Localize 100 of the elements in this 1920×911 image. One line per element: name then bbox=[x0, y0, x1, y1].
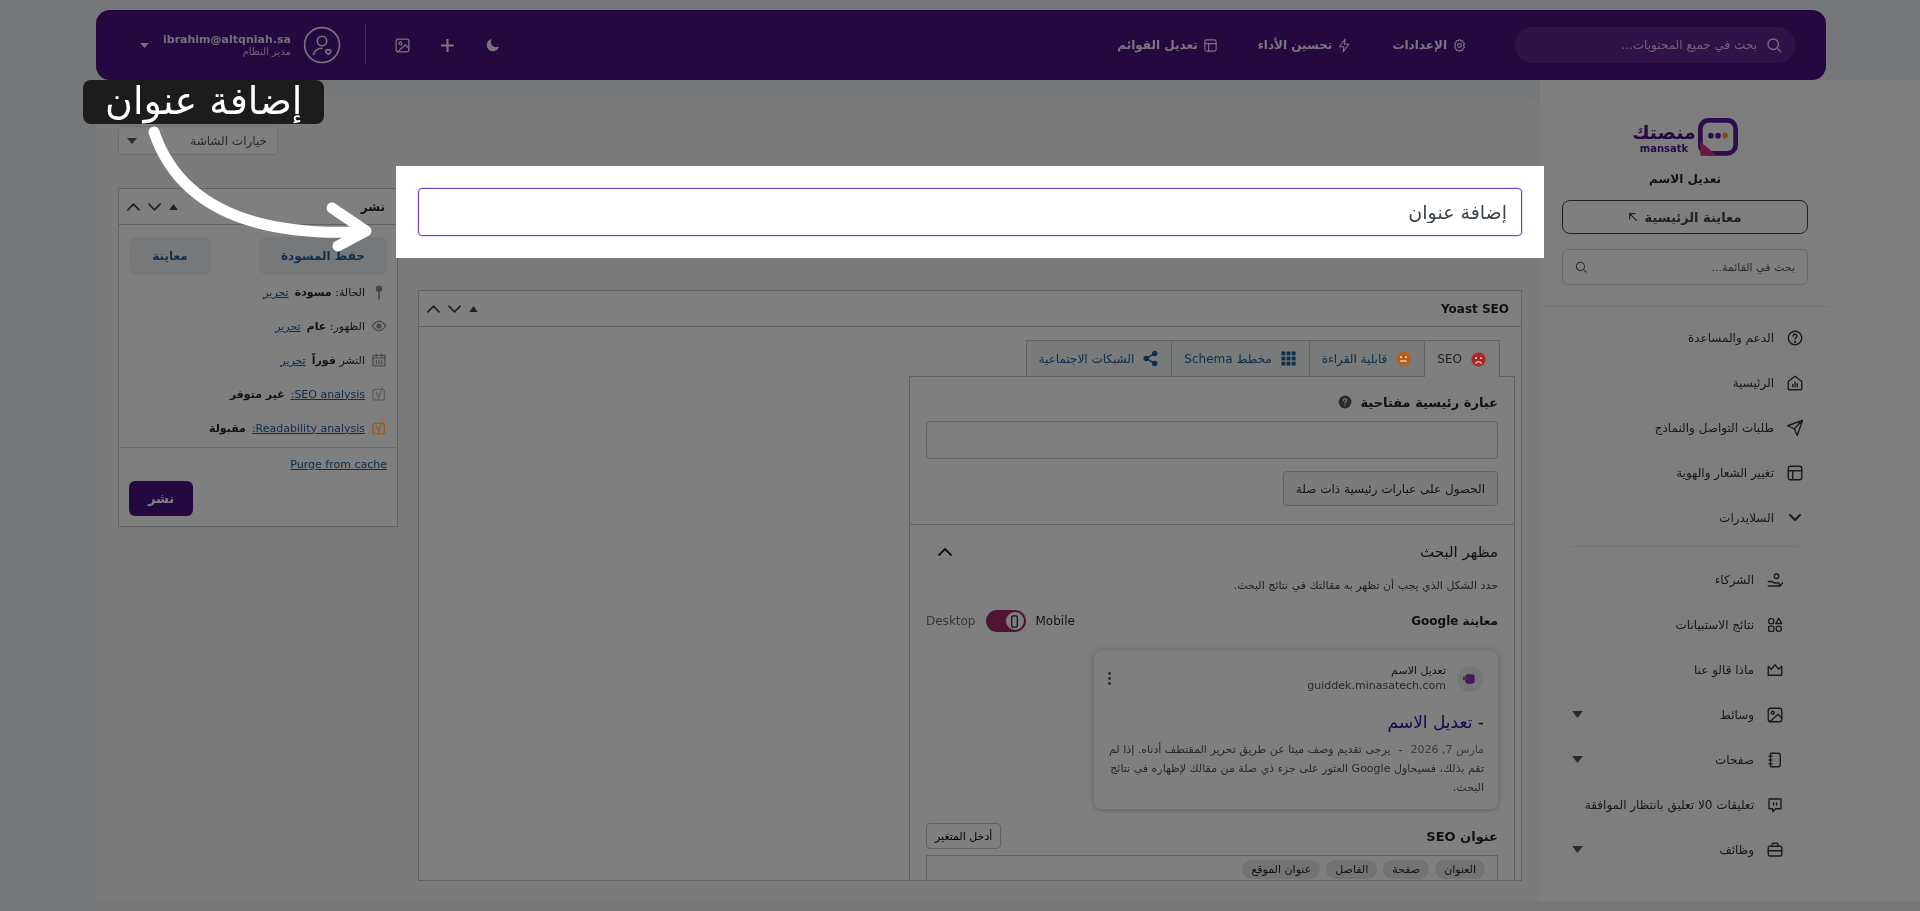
publish-button[interactable]: نشر bbox=[129, 481, 193, 516]
nav-link[interactable]: تحسين الأداء bbox=[1257, 37, 1353, 53]
expand-triangle-icon[interactable] bbox=[1572, 756, 1583, 763]
edit-link[interactable]: تحرير bbox=[280, 353, 306, 367]
title-field[interactable]: إضافة عنوان bbox=[418, 188, 1522, 236]
result-title: - تعديل الاسم bbox=[1386, 711, 1484, 732]
phone-icon bbox=[1011, 614, 1018, 628]
caret-icon[interactable] bbox=[140, 42, 149, 48]
user-email: ibrahim@altqniah.sa bbox=[163, 33, 291, 46]
calendar-icon bbox=[371, 352, 387, 368]
avatar-icon[interactable] bbox=[302, 26, 341, 64]
grid-icon bbox=[1279, 350, 1297, 367]
field-label: معاينة Google bbox=[1411, 614, 1498, 628]
menu-item[interactable]: الشركاء bbox=[1714, 570, 1798, 589]
mode-label: Desktop bbox=[926, 614, 976, 628]
field-label: عنوان SEO bbox=[1426, 828, 1498, 844]
chevron-down-icon bbox=[1789, 514, 1801, 521]
expand-triangle-icon[interactable] bbox=[1572, 711, 1583, 718]
save-draft-button[interactable]: حفظ المسودة bbox=[259, 237, 387, 275]
status-text: الحالة: مسودة bbox=[294, 285, 365, 299]
panel-title: نشر bbox=[360, 199, 385, 214]
analysis-link[interactable]: Readability analysis: bbox=[251, 421, 365, 435]
triangle-icon[interactable] bbox=[469, 305, 478, 312]
variable-tag: صفحة bbox=[1383, 860, 1430, 880]
edit-link[interactable]: تحرير bbox=[275, 319, 301, 333]
purge-cache-link[interactable]: Purge from cache bbox=[290, 458, 387, 471]
chevron-down-icon[interactable] bbox=[448, 304, 461, 313]
section-title: مظهر البحث bbox=[1420, 543, 1498, 561]
related-keyphrases-button[interactable]: الحصول على عبارات رئيسية ذات صلة bbox=[1282, 471, 1498, 506]
tab[interactable]: SEO bbox=[1425, 340, 1500, 377]
triangle-icon[interactable] bbox=[169, 203, 178, 210]
search-field[interactable]: بحث في جميع المحتويات... bbox=[1515, 27, 1795, 63]
status-text: النشر فوراً bbox=[311, 353, 365, 367]
description-text: حدد الشكل الذي يجب أن تظهر به مقالتك في نتائج البحث. bbox=[1232, 579, 1498, 592]
chevron-up-icon[interactable] bbox=[127, 202, 140, 211]
image-icon[interactable] bbox=[393, 36, 411, 54]
analysis-link[interactable]: SEO analysis: bbox=[290, 387, 365, 401]
home-icon bbox=[1786, 373, 1804, 392]
chevron-down-icon[interactable] bbox=[148, 202, 161, 211]
site-icon bbox=[1456, 664, 1484, 693]
layout-icon bbox=[1786, 463, 1804, 482]
expand-triangle-icon[interactable] bbox=[1572, 846, 1583, 853]
site-name: تعديل الاسم bbox=[1391, 664, 1446, 679]
shapes-icon bbox=[1766, 615, 1784, 634]
menu-item[interactable]: الرئيسية bbox=[1732, 373, 1808, 392]
brand-name: منصتك bbox=[1632, 122, 1696, 142]
chevron-up-icon[interactable] bbox=[427, 304, 440, 313]
preview-button[interactable]: معاينة الرئيسية bbox=[1562, 200, 1808, 234]
notebook-icon bbox=[1766, 750, 1784, 769]
menu-item[interactable]: وسائط bbox=[1719, 705, 1798, 724]
tab[interactable]: الشبكات الاجتماعية bbox=[1025, 340, 1173, 376]
preview-button[interactable]: معاينة bbox=[129, 237, 211, 275]
variable-tag: عنوان الموقع bbox=[1242, 860, 1321, 880]
seo-title-field[interactable]: العنوان صفحة الفاصل عنوان الموقع bbox=[926, 855, 1498, 881]
arrow-icon bbox=[1628, 213, 1637, 221]
variable-tag: الفاصل bbox=[1326, 860, 1378, 880]
user-role: مدير النظام bbox=[242, 46, 291, 57]
nav-link[interactable]: تعديل القوائم bbox=[1117, 37, 1218, 53]
analysis-result: مقبولة bbox=[208, 421, 246, 435]
briefcase-icon bbox=[1766, 840, 1784, 859]
nav-link[interactable]: الإعدادات bbox=[1392, 37, 1467, 53]
caret-icon bbox=[127, 137, 137, 144]
menu-item[interactable]: تعليقات 0لا تعليق بانتظار الموافقة bbox=[1584, 795, 1798, 814]
menu-item[interactable]: السلايدرات bbox=[1719, 508, 1808, 527]
eye-icon bbox=[371, 318, 387, 334]
plus-icon[interactable] bbox=[440, 38, 454, 52]
help-icon bbox=[1786, 328, 1804, 347]
paper-plane-icon bbox=[1786, 418, 1804, 437]
menu-item[interactable]: تغيير الشعار والهوية bbox=[1676, 463, 1808, 482]
share-icon bbox=[1142, 350, 1160, 367]
panel-title: Yoast SEO bbox=[1440, 301, 1509, 316]
menu-item[interactable]: وظائف bbox=[1719, 840, 1798, 859]
search-field[interactable]: بحث في القائمة... bbox=[1562, 249, 1808, 285]
menu-item[interactable]: نتائج الاستبيانات bbox=[1675, 615, 1798, 634]
menu-item[interactable]: الدعم والمساعدة bbox=[1687, 328, 1808, 347]
status-text: الظهور: عام bbox=[306, 319, 365, 333]
site-name: تعديل الاسم bbox=[1648, 172, 1722, 186]
tab[interactable]: قابلية القراءة bbox=[1309, 340, 1426, 376]
more-icon[interactable] bbox=[1108, 672, 1111, 686]
toggle-switch[interactable] bbox=[985, 610, 1026, 632]
analysis-result: غير متوفر bbox=[229, 387, 285, 401]
menu-item[interactable]: صفحات bbox=[1715, 750, 1798, 769]
insert-variable-button[interactable]: أدخل المتغير bbox=[926, 823, 1002, 850]
layout-icon bbox=[1202, 37, 1218, 53]
chevron-up-icon[interactable] bbox=[938, 548, 952, 556]
result-snippet: مارس 7, 2026 - يرجى تقديم وصف ميتا عن طريق تحرير المقتطف أدناه. إذا لم تقم بذلك، فسيحاول Google العثور على جزء ذي صلة من مقالك لإظهاره في نتائج البحث. bbox=[1108, 741, 1484, 797]
image-icon bbox=[1766, 705, 1784, 724]
screen-options-button[interactable]: خيارات الشاشة bbox=[118, 126, 278, 155]
edit-link[interactable]: تحرير bbox=[263, 285, 289, 299]
search-icon bbox=[1574, 260, 1588, 274]
help-icon[interactable] bbox=[1338, 395, 1353, 409]
variable-tag: العنوان bbox=[1435, 860, 1485, 880]
menu-item[interactable]: ماذا قالو عنا bbox=[1693, 660, 1798, 679]
keyphrase-field[interactable] bbox=[926, 421, 1498, 459]
brand-tagline: mansatk bbox=[1639, 143, 1689, 154]
menu-item[interactable]: طلبات التواصل والنماذج bbox=[1654, 418, 1808, 437]
tab[interactable]: مخطط Schema bbox=[1172, 340, 1310, 376]
site-url: guiddek.minasatech.com bbox=[1307, 678, 1446, 694]
chat-icon bbox=[1766, 795, 1784, 814]
hand-icon bbox=[1766, 570, 1784, 589]
